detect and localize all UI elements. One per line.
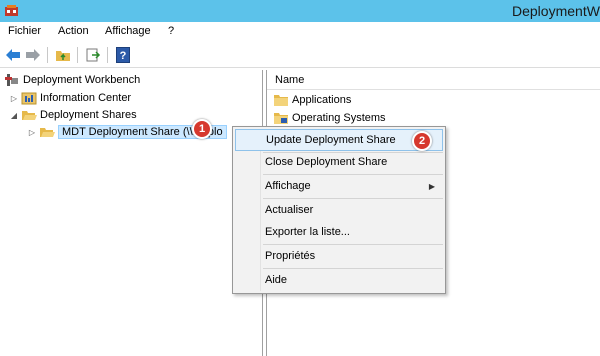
menu-item-label: Exporter la liste... — [265, 226, 350, 238]
menu-item-label: Propriétés — [265, 250, 316, 262]
deployment-share-folder-icon — [40, 128, 55, 137]
menu-fichier[interactable]: Fichier — [8, 25, 41, 37]
menu-item-label: Close Deployment Share — [265, 156, 388, 168]
toolbar-separator — [47, 47, 48, 63]
folder-open-icon — [22, 111, 37, 120]
list-item-operating-systems[interactable]: Operating Systems — [273, 110, 386, 126]
list-item-applications[interactable]: Applications — [273, 92, 351, 108]
annotation-badge-2: 2 — [412, 131, 432, 151]
menu-item-actualiser[interactable]: Actualiser — [235, 199, 443, 221]
menu-item-label: Aide — [265, 274, 288, 286]
tree-root[interactable]: Deployment Workbench — [4, 72, 140, 88]
menu-item-label: Affichage — [265, 180, 311, 192]
folder-icon — [274, 113, 288, 124]
forward-icon[interactable] — [24, 46, 42, 64]
menu-item-exporter-la-liste[interactable]: Exporter la liste... — [235, 221, 443, 243]
svg-text:?: ? — [120, 50, 127, 62]
tree-item-information-center[interactable]: ▷ Information Center — [10, 90, 131, 106]
toolbar: ? — [0, 42, 600, 68]
menu-affichage[interactable]: Affichage — [105, 25, 151, 37]
help-icon[interactable]: ? — [114, 46, 132, 64]
menu-item-affichage[interactable]: Affichage ▶ — [235, 175, 443, 197]
menu-item-label: Update Deployment Share — [266, 134, 396, 146]
tree-root-label: Deployment Workbench — [23, 74, 141, 86]
folder-icon — [274, 95, 288, 106]
toolbar-separator — [107, 47, 108, 63]
expand-arrow-icon[interactable]: ▷ — [28, 128, 36, 137]
tree-item-deployment-shares[interactable]: ◢ Deployment Shares — [10, 107, 137, 123]
list-item-label: Applications — [292, 94, 352, 106]
expand-arrow-icon[interactable]: ▷ — [10, 94, 18, 103]
tree-pane: Deployment Workbench ▷ Information Cente… — [0, 70, 263, 356]
information-center-icon — [21, 92, 37, 105]
window-title: DeploymentW — [512, 3, 600, 19]
menu-item-proprietes[interactable]: Propriétés — [235, 245, 443, 267]
toolbar-separator — [77, 47, 78, 63]
menu-item-label: Actualiser — [265, 204, 314, 216]
annotation-badge-1: 1 — [192, 119, 212, 139]
context-menu: Update Deployment Share Close Deployment… — [232, 126, 446, 294]
list-item-label: Operating Systems — [292, 112, 386, 124]
title-bar: DeploymentW — [0, 0, 600, 22]
app-icon — [5, 5, 18, 16]
menu-bar: Fichier Action Affichage ? — [0, 22, 600, 42]
submenu-arrow-icon: ▶ — [428, 181, 435, 191]
up-folder-icon[interactable] — [54, 46, 72, 64]
collapse-arrow-icon[interactable]: ◢ — [10, 111, 18, 120]
export-icon[interactable] — [84, 46, 102, 64]
menu-item-close-deployment-share[interactable]: Close Deployment Share — [235, 151, 443, 173]
menu-help[interactable]: ? — [168, 25, 174, 37]
menu-action[interactable]: Action — [58, 25, 89, 37]
menu-item-aide[interactable]: Aide — [235, 269, 443, 291]
back-icon[interactable] — [4, 46, 22, 64]
workbench-icon — [5, 74, 18, 86]
column-header-label: Name — [275, 74, 305, 86]
tree-item-label: Deployment Shares — [40, 109, 137, 121]
column-header-name[interactable]: Name — [267, 70, 600, 90]
tree-item-label: Information Center — [40, 92, 132, 104]
